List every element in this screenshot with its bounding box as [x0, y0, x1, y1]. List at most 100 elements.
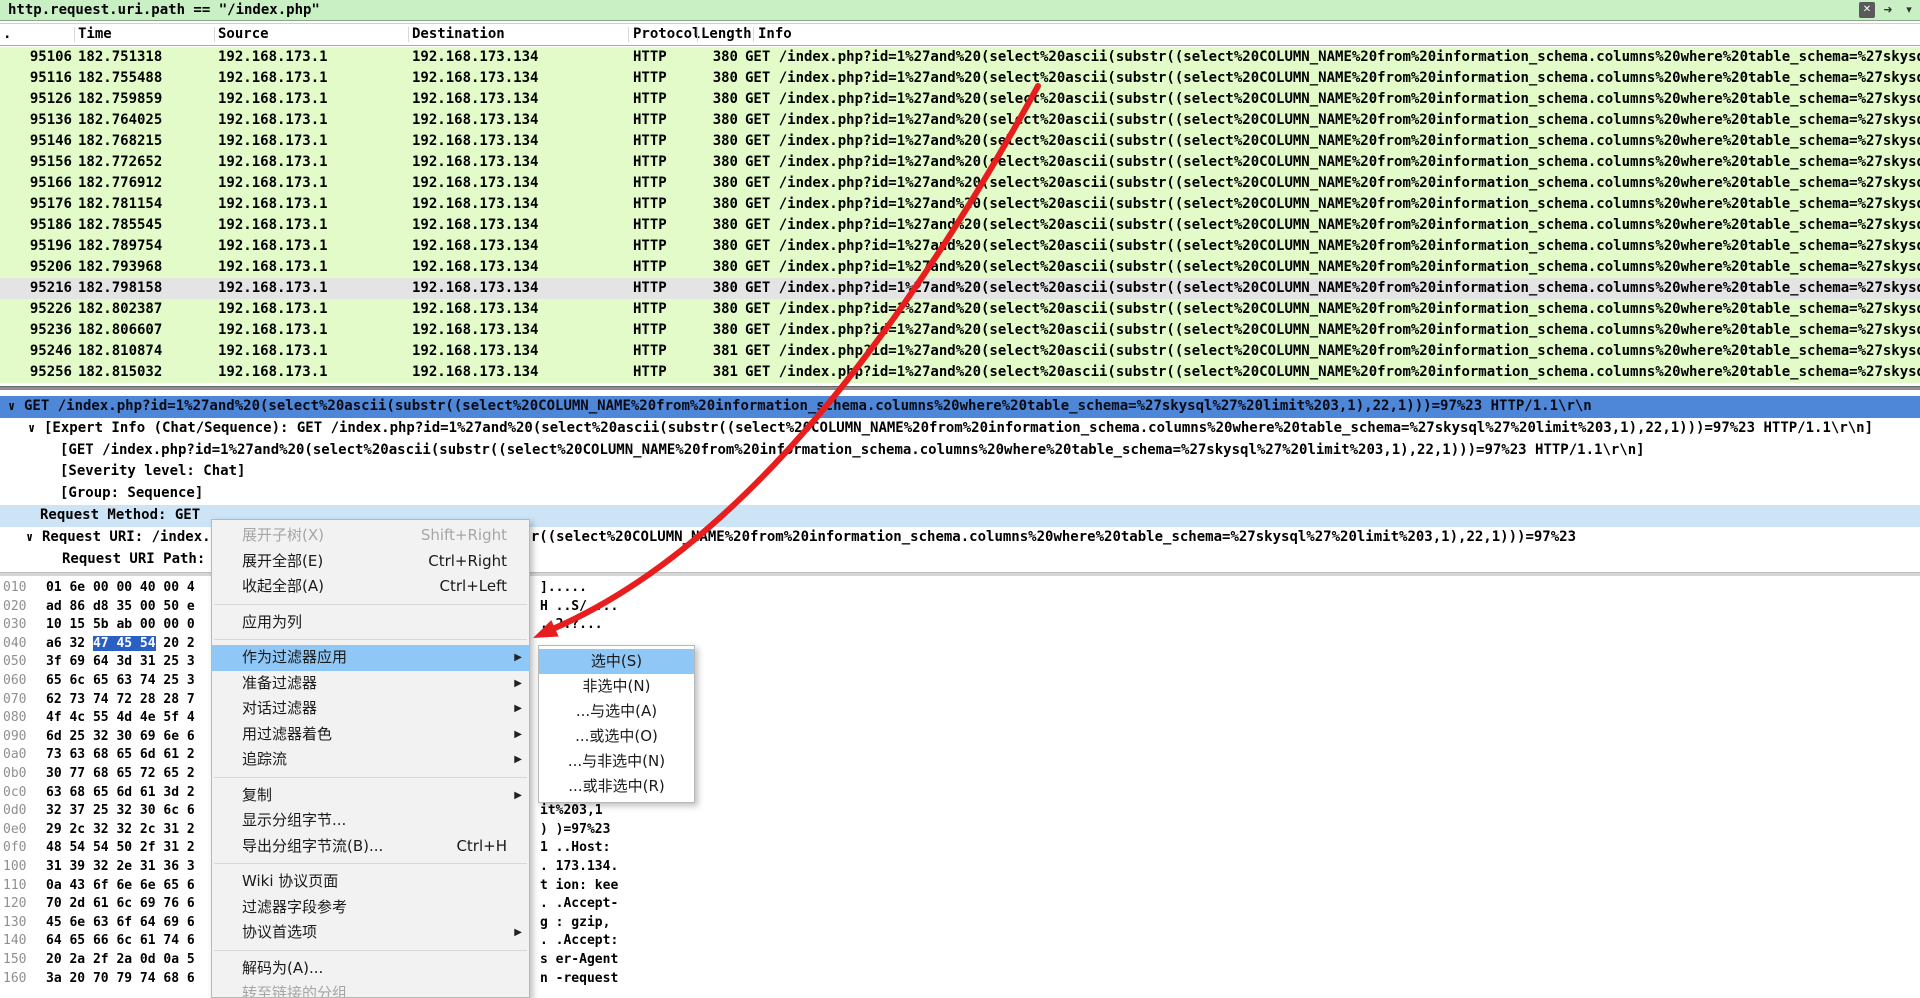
packet-source: 192.168.173.1	[218, 362, 328, 383]
packet-row[interactable]: 95146182.768215192.168.173.1192.168.173.…	[0, 131, 1920, 152]
hex-offset: 120	[3, 895, 26, 914]
packet-protocol: HTTP	[633, 320, 667, 341]
apply-as-filter-submenu: 选中(S)非选中(N)...与选中(A)...或选中(O)...与非选中(N).…	[538, 645, 695, 803]
hex-ascii: t ion: kee	[540, 877, 618, 896]
detail-line-expert-info-uri[interactable]: [GET /index.php?id=1%27and%20(select%20a…	[0, 440, 1920, 462]
packet-row[interactable]: 95156182.772652192.168.173.1192.168.173.…	[0, 152, 1920, 173]
packet-destination: 192.168.173.134	[412, 299, 538, 320]
packet-row[interactable]: 95226182.802387192.168.173.1192.168.173.…	[0, 299, 1920, 320]
column-header-info[interactable]: Info	[758, 24, 792, 45]
packet-no: 95206	[0, 257, 72, 278]
menu-item-apply-as-filter[interactable]: 作为过滤器应用▶	[212, 645, 529, 671]
packet-time: 182.768215	[78, 131, 162, 152]
hex-ascii: H ..S/....	[540, 598, 618, 617]
display-filter-bar[interactable]: http.request.uri.path == "/index.php" ✕ …	[0, 0, 1920, 21]
packet-row[interactable]: 95126182.759859192.168.173.1192.168.173.…	[0, 89, 1920, 110]
menu-item-prepare-as-filter[interactable]: 准备过滤器▶	[212, 671, 529, 697]
pane-splitter-top[interactable]	[0, 386, 1920, 390]
column-separator[interactable]	[697, 27, 698, 42]
filter-apply-icon[interactable]: ➜	[1880, 2, 1896, 18]
submenu-item-and-selected[interactable]: ...与选中(A)	[539, 699, 694, 724]
packet-row[interactable]: 95136182.764025192.168.173.1192.168.173.…	[0, 110, 1920, 131]
hex-offset: 050	[3, 653, 26, 672]
column-separator[interactable]	[74, 27, 75, 42]
packet-time: 182.785545	[78, 215, 162, 236]
submenu-item-or-selected[interactable]: ...或选中(O)	[539, 724, 694, 749]
menu-item-conversation-filter[interactable]: 对话过滤器▶	[212, 696, 529, 722]
menu-item-collapse-all[interactable]: 收起全部(A)Ctrl+Left	[212, 574, 529, 600]
packet-list-header: . Time Source Destination ProtocolLength Info	[0, 23, 1920, 46]
hex-offset: 130	[3, 914, 26, 933]
detail-line-expert-info[interactable]: ∨[Expert Info (Chat/Sequence): GET /inde…	[0, 418, 1920, 440]
submenu-item-selected[interactable]: 选中(S)	[539, 649, 694, 674]
submenu-arrow-icon: ▶	[514, 671, 522, 697]
menu-item-label: 导出分组字节流(B)...	[242, 834, 444, 860]
column-header-[interactable]: .	[3, 24, 11, 45]
display-filter-input[interactable]: http.request.uri.path == "/index.php"	[8, 0, 320, 20]
packet-row[interactable]: 95186182.785545192.168.173.1192.168.173.…	[0, 215, 1920, 236]
menu-separator	[214, 777, 527, 778]
submenu-item-and-not-selected[interactable]: ...与非选中(N)	[539, 749, 694, 774]
column-separator[interactable]	[408, 27, 409, 42]
hex-offset: 010	[3, 579, 26, 598]
hex-ascii: . .Accept:	[540, 932, 618, 951]
packet-protocol: HTTP	[633, 194, 667, 215]
menu-item-decode-as[interactable]: 解码为(A)...	[212, 956, 529, 982]
submenu-arrow-icon: ▶	[514, 920, 522, 946]
packet-row[interactable]: 95216182.798158192.168.173.1192.168.173.…	[0, 278, 1920, 299]
menu-item-follow-stream[interactable]: 追踪流▶	[212, 747, 529, 773]
submenu-item-not-selected[interactable]: 非选中(N)	[539, 674, 694, 699]
detail-line-request-line[interactable]: ∨GET /index.php?id=1%27and%20(select%20a…	[0, 396, 1920, 418]
column-header-protocol[interactable]: Protocol	[633, 24, 700, 45]
column-separator[interactable]	[628, 27, 629, 42]
column-header-destination[interactable]: Destination	[412, 24, 505, 45]
menu-separator	[214, 639, 527, 640]
packet-no: 95116	[0, 68, 72, 89]
column-header-length[interactable]: Length	[701, 24, 752, 45]
column-header-source[interactable]: Source	[218, 24, 269, 45]
menu-item-protocol-preferences[interactable]: 协议首选项▶	[212, 920, 529, 946]
packet-row[interactable]: 95196182.789754192.168.173.1192.168.173.…	[0, 236, 1920, 257]
menu-item-filter-field-reference[interactable]: 过滤器字段参考	[212, 895, 529, 921]
hex-bytes-pre: a6 32	[46, 636, 93, 651]
packet-destination: 192.168.173.134	[412, 68, 538, 89]
tree-expand-icon[interactable]: ∨	[26, 527, 33, 549]
detail-line-group[interactable]: [Group: Sequence]	[0, 483, 1920, 505]
packet-row[interactable]: 95116182.755488192.168.173.1192.168.173.…	[0, 68, 1920, 89]
menu-item-export-packet-bytes[interactable]: 导出分组字节流(B)...Ctrl+H	[212, 834, 529, 860]
tree-expand-icon[interactable]: ∨	[28, 418, 35, 440]
menu-item-go-to-linked-packet[interactable]: 转至链接的分组	[212, 981, 529, 998]
column-header-time[interactable]: Time	[78, 24, 112, 45]
detail-line-severity-level[interactable]: [Severity level: Chat]	[0, 461, 1920, 483]
menu-item-wiki-protocol-page[interactable]: Wiki 协议页面	[212, 869, 529, 895]
menu-item-expand-subtree[interactable]: 展开子树(X)Shift+Right	[212, 523, 529, 549]
menu-item-label: 过滤器字段参考	[242, 895, 507, 921]
hex-offset: 060	[3, 672, 26, 691]
column-separator[interactable]	[214, 27, 215, 42]
menu-item-show-packet-bytes[interactable]: 显示分组字节...	[212, 808, 529, 834]
menu-item-copy[interactable]: 复制▶	[212, 783, 529, 809]
packet-time: 182.772652	[78, 152, 162, 173]
menu-item-colorize-with-filter[interactable]: 用过滤器着色▶	[212, 722, 529, 748]
submenu-arrow-icon: ▶	[514, 783, 522, 809]
filter-clear-icon[interactable]: ✕	[1859, 2, 1875, 18]
packet-row[interactable]: 95176182.781154192.168.173.1192.168.173.…	[0, 194, 1920, 215]
hex-offset: 0c0	[3, 784, 26, 803]
packet-destination: 192.168.173.134	[412, 110, 538, 131]
packet-row[interactable]: 95106182.751318192.168.173.1192.168.173.…	[0, 47, 1920, 68]
packet-row[interactable]: 95166182.776912192.168.173.1192.168.173.…	[0, 173, 1920, 194]
packet-row[interactable]: 95206182.793968192.168.173.1192.168.173.…	[0, 257, 1920, 278]
packet-row[interactable]: 95246182.810874192.168.173.1192.168.173.…	[0, 341, 1920, 362]
packet-row[interactable]: 95256182.815032192.168.173.1192.168.173.…	[0, 362, 1920, 383]
menu-item-apply-as-column[interactable]: 应用为列	[212, 610, 529, 636]
hex-offset: 0d0	[3, 802, 26, 821]
packet-row[interactable]: 95236182.806607192.168.173.1192.168.173.…	[0, 320, 1920, 341]
filter-dropdown-icon[interactable]: ▾	[1901, 2, 1917, 18]
column-separator[interactable]	[753, 27, 754, 42]
packet-protocol: HTTP	[633, 89, 667, 110]
tree-expand-icon[interactable]: ∨	[8, 396, 15, 418]
submenu-item-or-not-selected[interactable]: ...或非选中(R)	[539, 774, 694, 799]
packet-protocol: HTTP	[633, 257, 667, 278]
menu-item-expand-all[interactable]: 展开全部(E)Ctrl+Right	[212, 549, 529, 575]
hex-ascii: n -request	[540, 970, 618, 989]
